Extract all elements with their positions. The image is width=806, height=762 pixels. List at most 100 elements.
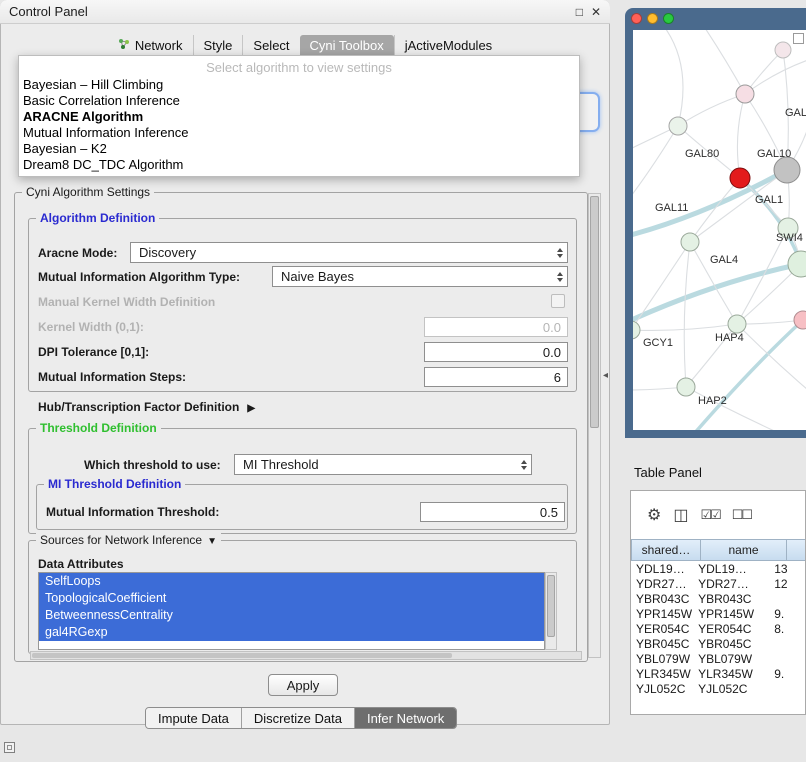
tab-jactivemodules[interactable]: jActiveModules bbox=[394, 35, 502, 57]
attribute-item-topologicalcoefficient[interactable]: TopologicalCoefficient bbox=[39, 590, 544, 607]
combo-arrows-icon bbox=[551, 272, 563, 282]
minimized-panel-icon[interactable] bbox=[4, 742, 15, 753]
attribute-item-betweennesscentrality[interactable]: BetweennessCentrality bbox=[39, 607, 544, 624]
mi-steps-input[interactable]: 6 bbox=[424, 367, 568, 387]
table-toolbar: ⚙ ◫ ☑☑ ☐☐ bbox=[631, 491, 805, 539]
column-header-name[interactable]: name bbox=[701, 539, 787, 561]
table-cell: 9. bbox=[769, 667, 805, 681]
network-edge[interactable] bbox=[633, 324, 737, 330]
table-cell: YBR045C bbox=[693, 637, 769, 651]
network-edge[interactable] bbox=[663, 30, 683, 126]
close-traffic-light[interactable] bbox=[631, 13, 642, 24]
bottom-tab-impute-data[interactable]: Impute Data bbox=[146, 708, 241, 728]
close-window-icon[interactable]: ✕ bbox=[591, 5, 601, 19]
apply-button[interactable]: Apply bbox=[268, 674, 338, 696]
table-row[interactable]: YLR345WYLR345W9. bbox=[631, 666, 805, 681]
dpi-tolerance-input[interactable]: 0.0 bbox=[424, 342, 568, 362]
kernel-width-input[interactable]: 0.0 bbox=[424, 317, 568, 337]
network-node[interactable] bbox=[730, 168, 750, 188]
attribute-item-gal4rgexp[interactable]: gal4RGexp bbox=[39, 624, 544, 641]
hide-all-columns-icon[interactable]: ☐☐ bbox=[732, 507, 751, 523]
network-scrollbar-box[interactable] bbox=[793, 33, 804, 44]
table-cell: YLR345W bbox=[693, 667, 769, 681]
bottom-tab-discretize-data[interactable]: Discretize Data bbox=[241, 708, 354, 728]
data-attributes-label: Data Attributes bbox=[38, 557, 124, 571]
table-row[interactable]: YBL079WYBL079W bbox=[631, 651, 805, 666]
network-edge[interactable] bbox=[633, 264, 801, 322]
network-edge[interactable] bbox=[737, 320, 803, 324]
network-canvas[interactable]: GAL80GAL10GALGAL11GAL1SWI4GAL4GCY1HAP4HA… bbox=[633, 30, 806, 430]
network-edge[interactable] bbox=[693, 320, 803, 430]
hub-definition-section[interactable]: Hub/Transcription Factor Definition ▶ bbox=[38, 400, 255, 414]
mi-threshold-input[interactable]: 0.5 bbox=[420, 502, 565, 522]
network-node[interactable] bbox=[788, 251, 806, 277]
mi-threshold-group-title: MI Threshold Definition bbox=[44, 477, 185, 491]
table-row[interactable]: YBR043CYBR043C bbox=[631, 591, 805, 606]
algorithm-option-basic-correlation-inference[interactable]: Basic Correlation Inference bbox=[19, 93, 579, 109]
which-threshold-combo[interactable]: MI Threshold bbox=[234, 454, 532, 475]
tab-select[interactable]: Select bbox=[242, 35, 299, 57]
settings-horizontal-scrollbar[interactable] bbox=[30, 651, 582, 660]
table-row[interactable]: YBR045CYBR045C bbox=[631, 636, 805, 651]
algorithm-option-aracne-algorithm[interactable]: ARACNE Algorithm bbox=[19, 109, 579, 125]
table-cell: YBR043C bbox=[631, 592, 693, 606]
network-node[interactable] bbox=[677, 378, 695, 396]
table-row[interactable]: YDL19…YDL19…13 bbox=[631, 561, 805, 576]
algorithm-option-bayesian-hill-climbing[interactable]: Bayesian – Hill Climbing bbox=[19, 77, 579, 93]
column-header-extra[interactable] bbox=[787, 539, 806, 561]
network-edge[interactable] bbox=[703, 30, 745, 94]
network-node[interactable] bbox=[728, 315, 746, 333]
network-node[interactable] bbox=[669, 117, 687, 135]
table-cell: YBR043C bbox=[693, 592, 769, 606]
network-node[interactable] bbox=[736, 85, 754, 103]
tab-cyni-toolbox[interactable]: Cyni Toolbox bbox=[300, 35, 394, 57]
table-row[interactable]: YER054CYER054C8. bbox=[631, 621, 805, 636]
expand-arrow-icon[interactable]: ▶ bbox=[247, 403, 255, 414]
settings-vertical-scrollbar[interactable] bbox=[588, 193, 601, 658]
algorithm-dropdown: Select algorithm to view settings Bayesi… bbox=[18, 55, 580, 177]
mi-type-combo[interactable]: Naive Bayes bbox=[272, 266, 568, 287]
attribute-item-selfloops[interactable]: SelfLoops bbox=[39, 573, 544, 590]
minimize-traffic-light[interactable] bbox=[647, 13, 658, 24]
table-cell: 13 bbox=[769, 562, 805, 576]
network-edge[interactable] bbox=[678, 94, 745, 126]
algorithm-option-mutual-information-inference[interactable]: Mutual Information Inference bbox=[19, 125, 579, 141]
window-title: Control Panel bbox=[9, 4, 88, 19]
table-panel-title: Table Panel bbox=[634, 465, 702, 480]
bottom-tab-infer-network[interactable]: Infer Network bbox=[354, 708, 456, 728]
splitter-collapse-icon[interactable]: ◂ bbox=[603, 370, 608, 381]
collapse-arrow-icon[interactable]: ▼ bbox=[207, 536, 217, 547]
data-attributes-list[interactable]: SelfLoopsTopologicalCoefficientBetweenne… bbox=[38, 572, 545, 650]
network-node[interactable] bbox=[774, 157, 800, 183]
table-row[interactable]: YDR27…YDR27…12 bbox=[631, 576, 805, 591]
columns-icon[interactable]: ◫ bbox=[673, 505, 688, 525]
table-row[interactable]: YJL052CYJL052C bbox=[631, 681, 805, 696]
network-edge[interactable] bbox=[686, 387, 783, 430]
network-edge[interactable] bbox=[745, 60, 806, 94]
algorithm-option-dream8-dc-tdc-algorithm[interactable]: Dream8 DC_TDC Algorithm bbox=[19, 157, 579, 173]
network-node[interactable] bbox=[775, 42, 791, 58]
aracne-mode-combo[interactable]: Discovery bbox=[130, 242, 568, 263]
table-cell: YJL052C bbox=[693, 682, 769, 696]
zoom-traffic-light[interactable] bbox=[663, 13, 674, 24]
settings-gear-icon[interactable]: ⚙ bbox=[647, 505, 661, 525]
table-cell: YLR345W bbox=[631, 667, 693, 681]
network-node[interactable] bbox=[633, 321, 640, 339]
network-node[interactable] bbox=[681, 233, 699, 251]
network-edge[interactable] bbox=[684, 242, 690, 387]
tab-style[interactable]: Style bbox=[193, 35, 243, 57]
column-header-shared[interactable]: shared… bbox=[631, 539, 701, 561]
show-all-columns-icon[interactable]: ☑☑ bbox=[700, 507, 719, 523]
mi-type-label: Mutual Information Algorithm Type: bbox=[38, 270, 240, 284]
network-node-label: GAL80 bbox=[685, 148, 719, 160]
tab-bar: NetworkStyleSelectCyni ToolboxjActiveMod… bbox=[0, 34, 610, 57]
manual-kernel-checkbox[interactable] bbox=[551, 294, 565, 308]
network-edge[interactable] bbox=[737, 324, 806, 390]
hub-definition-label: Hub/Transcription Factor Definition bbox=[38, 400, 239, 414]
table-row[interactable]: YPR145WYPR145W9. bbox=[631, 606, 805, 621]
tab-network[interactable]: Network bbox=[108, 35, 193, 57]
float-window-icon[interactable]: □ bbox=[576, 5, 583, 19]
algorithm-option-bayesian-k2[interactable]: Bayesian – K2 bbox=[19, 141, 579, 157]
network-edge[interactable] bbox=[737, 94, 745, 178]
attributes-list-scrollbar[interactable] bbox=[545, 572, 557, 650]
